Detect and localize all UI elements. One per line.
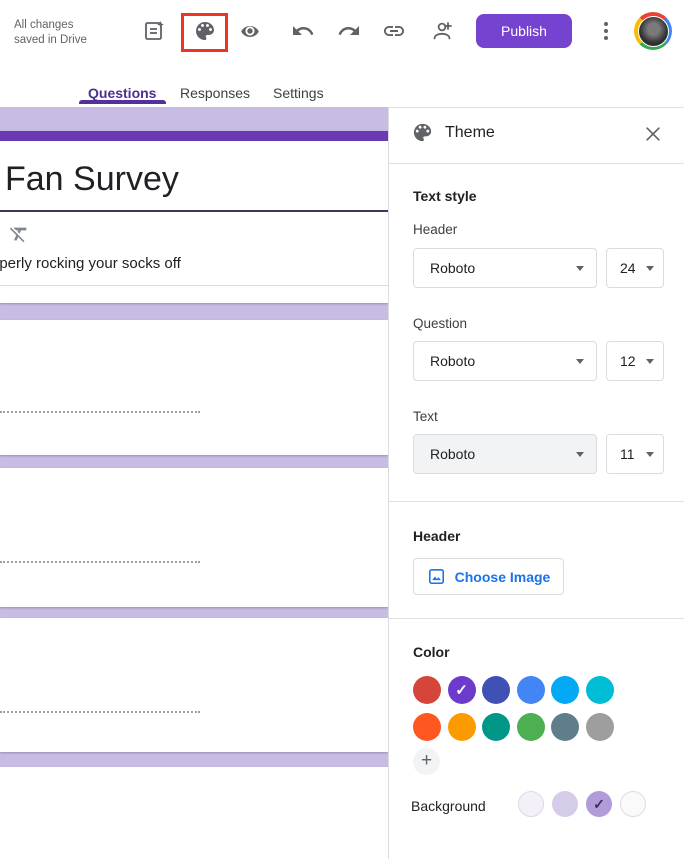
color-swatch[interactable] — [413, 713, 441, 741]
divider — [389, 501, 684, 502]
chevron-down-icon — [646, 452, 654, 457]
header-section-label: Header — [413, 528, 460, 544]
form-title[interactable]: Fan Survey — [5, 159, 179, 199]
short-answer-placeholder — [0, 711, 200, 713]
background-option-selected[interactable]: ✓ — [586, 791, 612, 817]
color-swatch[interactable] — [517, 713, 545, 741]
active-tab-underline — [79, 100, 166, 104]
description-underline — [0, 285, 388, 286]
publish-button[interactable]: Publish — [476, 14, 572, 48]
palette-icon — [411, 121, 434, 144]
background-option[interactable] — [620, 791, 646, 817]
color-swatch[interactable] — [448, 713, 476, 741]
color-swatch[interactable] — [586, 676, 614, 704]
link-icon[interactable] — [382, 19, 406, 43]
question-size-value: 12 — [607, 353, 646, 369]
form-accent-bar — [0, 131, 388, 141]
title-underline — [0, 210, 388, 212]
short-answer-placeholder — [0, 561, 200, 563]
chevron-down-icon — [646, 359, 654, 364]
text-size-value: 11 — [607, 446, 646, 462]
question-card[interactable] — [0, 320, 388, 455]
color-swatch[interactable] — [482, 676, 510, 704]
header-font-value: Roboto — [414, 260, 576, 276]
question-field-label: Question — [413, 316, 467, 331]
choose-image-label: Choose Image — [455, 569, 551, 585]
background-section-label: Background — [411, 798, 486, 814]
header-size-select[interactable]: 24 — [606, 248, 664, 288]
form-edit-area: Fan Survey operly rocking your socks off — [0, 107, 388, 859]
question-card[interactable] — [0, 468, 388, 607]
question-font-select[interactable]: Roboto — [413, 341, 597, 381]
question-size-select[interactable]: 12 — [606, 341, 664, 381]
preview-eye-icon[interactable] — [238, 19, 262, 43]
tab-responses[interactable]: Responses — [180, 85, 250, 101]
question-font-value: Roboto — [414, 353, 576, 369]
form-header-card[interactable]: Fan Survey operly rocking your socks off — [0, 131, 388, 303]
choose-image-button[interactable]: Choose Image — [413, 558, 564, 595]
add-person-icon[interactable] — [429, 19, 453, 43]
color-swatch-grid: ✓ — [413, 676, 633, 741]
color-swatch[interactable] — [586, 713, 614, 741]
add-custom-color-button[interactable]: + — [413, 748, 440, 775]
tab-settings[interactable]: Settings — [273, 85, 324, 101]
text-style-section-label: Text style — [413, 188, 477, 204]
background-option[interactable] — [552, 791, 578, 817]
tab-questions[interactable]: Questions — [88, 85, 156, 101]
undo-icon[interactable] — [291, 19, 315, 43]
panel-title: Theme — [445, 124, 495, 142]
account-avatar[interactable] — [634, 12, 672, 50]
text-size-select[interactable]: 11 — [606, 434, 664, 474]
header-font-select[interactable]: Roboto — [413, 248, 597, 288]
chevron-down-icon — [646, 266, 654, 271]
background-options: ✓ — [518, 791, 646, 817]
checkmark-icon: ✓ — [593, 796, 605, 813]
color-section-label: Color — [413, 644, 450, 660]
color-swatch[interactable] — [517, 676, 545, 704]
chevron-down-icon — [576, 359, 584, 364]
checkmark-icon: ✓ — [455, 681, 468, 699]
background-option[interactable] — [518, 791, 544, 817]
divider — [389, 163, 684, 164]
more-options-icon[interactable] — [599, 19, 613, 43]
color-swatch[interactable] — [551, 676, 579, 704]
clear-formatting-icon[interactable] — [8, 223, 30, 245]
divider — [389, 618, 684, 619]
theme-panel: Theme Text style Header Roboto 24 Questi… — [388, 107, 684, 859]
save-status-text: All changes saved in Drive — [14, 18, 100, 48]
short-answer-placeholder — [0, 411, 200, 413]
question-card[interactable] — [0, 618, 388, 752]
close-icon[interactable] — [643, 124, 663, 144]
text-field-label: Text — [413, 409, 438, 424]
header-size-value: 24 — [607, 260, 646, 276]
header-field-label: Header — [413, 222, 457, 237]
chevron-down-icon — [576, 452, 584, 457]
form-sparkle-icon[interactable] — [142, 19, 166, 43]
color-swatch[interactable] — [551, 713, 579, 741]
text-font-value: Roboto — [414, 446, 576, 462]
avatar-photo — [638, 16, 669, 47]
theme-palette-icon[interactable] — [193, 19, 217, 43]
redo-icon[interactable] — [337, 19, 361, 43]
color-swatch[interactable] — [413, 676, 441, 704]
text-font-select[interactable]: Roboto — [413, 434, 597, 474]
color-swatch[interactable] — [482, 713, 510, 741]
color-swatch-selected[interactable]: ✓ — [448, 676, 476, 704]
form-description[interactable]: operly rocking your socks off — [0, 253, 181, 275]
question-card[interactable] — [0, 767, 388, 859]
image-icon — [427, 567, 446, 586]
chevron-down-icon — [576, 266, 584, 271]
